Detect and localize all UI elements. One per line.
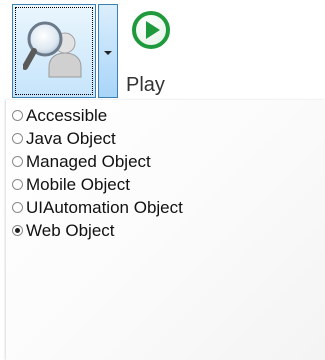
menu-item-label: Java Object — [26, 128, 116, 148]
radio-icon — [12, 156, 23, 167]
menu-item-java-object[interactable]: Java Object — [6, 127, 183, 150]
menu-item-label: UIAutomation Object — [26, 197, 183, 217]
radio-icon — [12, 110, 23, 121]
menu-item-accessible[interactable]: Accessible — [6, 104, 183, 127]
menu-item-mobile-object[interactable]: Mobile Object — [6, 173, 183, 196]
menu-items: Accessible Java Object Managed Object Mo… — [6, 104, 183, 242]
menu-item-label: Accessible — [26, 105, 108, 125]
chevron-down-icon — [104, 51, 112, 55]
radio-checked-icon — [12, 225, 23, 236]
menu-item-managed-object[interactable]: Managed Object — [6, 150, 183, 173]
radio-icon — [12, 202, 23, 213]
menu-item-label: Mobile Object — [26, 174, 130, 194]
radio-icon — [12, 179, 23, 190]
play-button[interactable]: Play — [124, 6, 196, 102]
radio-icon — [12, 133, 23, 144]
ribbon-toolbar: Play — [0, 0, 325, 104]
menu-item-label: Web Object — [26, 220, 115, 240]
menu-item-uiautomation-object[interactable]: UIAutomation Object — [6, 196, 183, 219]
object-spy-dropdown-button[interactable] — [98, 4, 118, 98]
object-spy-split-button[interactable] — [12, 4, 120, 100]
play-circle-icon — [132, 11, 170, 49]
menu-item-web-object[interactable]: Web Object — [6, 219, 183, 242]
menu-item-label: Managed Object — [26, 151, 151, 171]
object-spy-button[interactable] — [12, 4, 96, 98]
object-type-menu: Accessible Java Object Managed Object Mo… — [6, 100, 325, 360]
magnifier-person-icon — [23, 21, 82, 78]
play-label: Play — [126, 74, 165, 96]
